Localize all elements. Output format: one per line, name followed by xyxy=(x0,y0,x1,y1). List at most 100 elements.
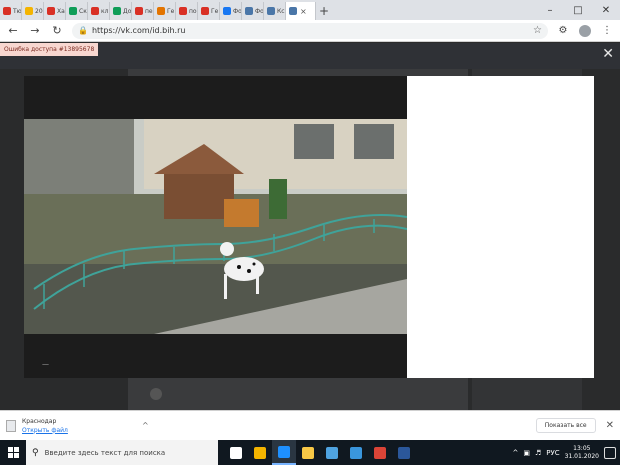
download-bar: Краснодар Открыть файл ^ Показать все ✕ xyxy=(0,410,620,440)
browser-tab[interactable]: До xyxy=(110,2,132,20)
close-tab-icon[interactable]: × xyxy=(300,7,307,16)
forward-button[interactable]: → xyxy=(28,24,42,38)
browser-tab[interactable]: Тю xyxy=(0,2,22,20)
tab-favicon-icon xyxy=(113,7,121,15)
browser-tab[interactable]: пе xyxy=(132,2,154,20)
browser-tab[interactable]: по xyxy=(176,2,198,20)
tab-favicon-icon xyxy=(69,7,77,15)
photo-comments-panel xyxy=(407,76,594,378)
tab-title: Ге xyxy=(167,7,175,15)
volume-icon[interactable]: ♬ xyxy=(535,449,541,457)
network-icon[interactable]: ▣ xyxy=(523,449,530,457)
back-button[interactable]: ← xyxy=(6,24,20,38)
close-download-bar-icon[interactable]: ✕ xyxy=(606,420,614,431)
tab-title: Ге xyxy=(211,7,219,15)
store-bag-icon xyxy=(326,446,338,459)
profile-icon[interactable] xyxy=(578,24,592,38)
clock[interactable]: 13:05 31.01.2020 xyxy=(565,445,599,461)
taskbar-apps xyxy=(224,440,416,465)
tab-title: Ске xyxy=(79,7,87,15)
language-indicator[interactable]: РУС xyxy=(546,449,559,457)
photo-image xyxy=(24,119,407,334)
task-view-icon xyxy=(230,446,242,459)
taskbar-app-explorer[interactable] xyxy=(296,440,320,465)
menu-icon[interactable]: ⋮ xyxy=(600,24,614,38)
url-text[interactable]: https://vk.com/id.bih.ru xyxy=(92,26,529,35)
viewer-caption: — xyxy=(42,360,49,368)
file-icon xyxy=(6,419,16,432)
search-icon: ⚲ xyxy=(32,447,39,458)
reload-button[interactable]: ↻ xyxy=(50,24,64,38)
taskbar-app-store[interactable] xyxy=(248,440,272,465)
browser-tab[interactable]: кл xyxy=(88,2,110,20)
tab-favicon-icon xyxy=(289,7,297,15)
taskbar-app-word[interactable] xyxy=(392,440,416,465)
tab-title: Тю xyxy=(13,7,21,15)
tab-favicon-icon xyxy=(201,7,209,15)
tab-title: кл xyxy=(101,7,109,15)
store-icon xyxy=(254,446,266,459)
browser-tab[interactable]: × xyxy=(286,2,316,20)
browser-tab[interactable]: Фо xyxy=(242,2,264,20)
taskbar-app-chrome[interactable] xyxy=(368,440,392,465)
taskbar-app-task-view[interactable] xyxy=(224,440,248,465)
system-tray: ^ ▣ ♬ РУС 13:05 31.01.2020 xyxy=(512,445,620,461)
browser-tab[interactable]: 202 xyxy=(22,2,44,20)
taskbar-search[interactable]: ⚲ Введите здесь текст для поиска xyxy=(26,440,218,465)
tab-favicon-icon xyxy=(47,7,55,15)
window-controls: – □ ✕ xyxy=(536,0,620,20)
chrome-icon xyxy=(374,446,386,459)
tab-favicon-icon xyxy=(25,7,33,15)
tab-title: Фо xyxy=(255,7,263,15)
tab-favicon-icon xyxy=(3,7,11,15)
close-window-button[interactable]: ✕ xyxy=(592,0,620,20)
mail-icon xyxy=(350,446,362,459)
tab-strip: Тю 202 Ха Ске кл До пе Ге по Ге Фо Фо Кс × + xyxy=(0,0,620,20)
tray-chevron-icon[interactable]: ^ xyxy=(512,449,518,457)
start-button[interactable] xyxy=(0,440,26,465)
browser-tab[interactable]: Ске xyxy=(66,2,88,20)
edge-icon xyxy=(278,445,290,458)
download-options-chevron-icon[interactable]: ^ xyxy=(142,421,149,430)
maximize-button[interactable]: □ xyxy=(564,0,592,20)
extensions-icon[interactable]: ⚙ xyxy=(556,24,570,38)
tab-favicon-icon xyxy=(157,7,165,15)
windows-taskbar: ⚲ Введите здесь текст для поиска ^ ▣ ♬ Р… xyxy=(0,440,620,465)
photo[interactable] xyxy=(24,119,407,334)
browser-tab[interactable]: Фо xyxy=(220,2,242,20)
download-item[interactable]: Краснодар Открыть файл xyxy=(22,418,142,434)
download-open-link[interactable]: Открыть файл xyxy=(22,427,142,434)
tab-favicon-icon xyxy=(267,7,275,15)
minimize-button[interactable]: – xyxy=(536,0,564,20)
notifications-icon[interactable] xyxy=(604,446,616,459)
word-icon xyxy=(398,446,410,459)
download-file-name: Краснодар xyxy=(22,417,57,425)
tab-title: Ха xyxy=(57,7,65,15)
tab-favicon-icon xyxy=(223,7,231,15)
explorer-icon xyxy=(302,446,314,459)
bookmark-star-icon[interactable]: ☆ xyxy=(533,25,542,36)
address-bar[interactable]: 🔒 https://vk.com/id.bih.ru ☆ xyxy=(72,22,548,39)
tab-title: по xyxy=(189,7,197,15)
close-viewer-icon[interactable]: ✕ xyxy=(602,46,614,62)
taskbar-app-mail[interactable] xyxy=(344,440,368,465)
tab-title: пе xyxy=(145,7,153,15)
browser-tab[interactable]: Ге xyxy=(154,2,176,20)
photo-viewer: — xyxy=(24,76,594,378)
tab-title: 202 xyxy=(35,7,43,15)
post-author-avatar[interactable] xyxy=(150,388,162,400)
tab-title: Кс xyxy=(277,7,285,15)
show-all-downloads-button[interactable]: Показать все xyxy=(535,418,596,433)
browser-tab[interactable]: Ха xyxy=(44,2,66,20)
clock-time: 13:05 xyxy=(573,444,591,452)
taskbar-app-store-bag[interactable] xyxy=(320,440,344,465)
browser-toolbar: ← → ↻ 🔒 https://vk.com/id.bih.ru ☆ ⚙ ⋮ xyxy=(0,20,620,42)
new-tab-button[interactable]: + xyxy=(316,2,332,20)
taskbar-app-edge[interactable] xyxy=(272,440,296,465)
tab-title: До xyxy=(123,7,131,15)
tab-favicon-icon xyxy=(135,7,143,15)
tab-title: Фо xyxy=(233,7,241,15)
avatar xyxy=(579,24,591,37)
browser-tab[interactable]: Кс xyxy=(264,2,286,20)
browser-tab[interactable]: Ге xyxy=(198,2,220,20)
